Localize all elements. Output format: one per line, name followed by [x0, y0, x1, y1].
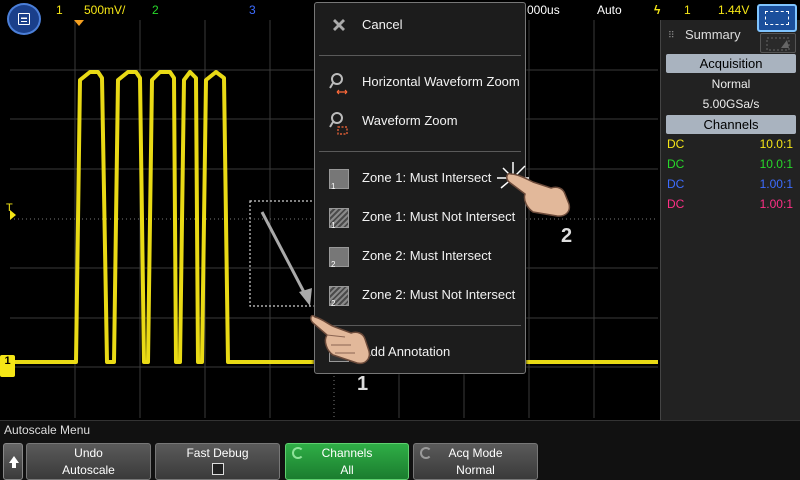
acquisition-header: Acquisition	[666, 54, 796, 73]
zone-trigger-icon	[766, 37, 790, 51]
drag-handle-icon[interactable]: ⠿	[668, 30, 675, 41]
zone-1-not-intersect-icon: 1	[329, 208, 349, 230]
zone-trigger-tool-button[interactable]	[760, 33, 796, 53]
ch1-ground-marker[interactable]: 1	[0, 355, 15, 377]
ch1-scale[interactable]: 500mV/	[84, 3, 125, 17]
menu-item-label: Zone 2: Must Intersect	[362, 248, 492, 263]
menu-item-waveform-zoom[interactable]: Waveform Zoom	[315, 105, 525, 137]
menu-item-label: Zone 1: Must Intersect	[362, 170, 492, 185]
channels-header: Channels	[666, 115, 796, 134]
menu-divider	[319, 151, 521, 152]
channels-button[interactable]: Channels All	[285, 443, 409, 480]
touch-hand-icon-1	[310, 314, 371, 365]
channel-row-4: DC 1.00:1	[667, 197, 793, 211]
horizontal-zoom-icon	[329, 73, 348, 95]
sample-rate-value: 5.00GSa/s	[702, 97, 760, 111]
menu-item-label: Cancel	[362, 17, 403, 32]
trigger-source[interactable]: 1	[684, 3, 691, 17]
softkey-menu-title: Autoscale Menu	[4, 423, 91, 437]
zoom-icon	[329, 112, 348, 135]
menu-item-label: Add Annotation	[362, 344, 451, 359]
touch-hand-icon-2	[497, 162, 571, 217]
zone-1-intersect-icon: 1	[329, 169, 349, 191]
undo-autoscale-button[interactable]: Undo Autoscale	[26, 443, 151, 480]
trigger-mode[interactable]: Auto	[597, 3, 622, 17]
sidebar-title[interactable]: Summary	[685, 27, 741, 42]
trigger-level-label: T	[6, 202, 13, 214]
ch2-number[interactable]: 2	[152, 3, 159, 17]
menu-item-zone2-intersect[interactable]: 2 Zone 2: Must Intersect	[315, 240, 525, 272]
zone-2-not-intersect-icon: 2	[329, 286, 349, 308]
trigger-level[interactable]: 1.44V	[718, 3, 749, 17]
acq-mode-value: Normal	[711, 77, 751, 91]
menu-divider	[319, 55, 521, 56]
channel-row-3: DC 1.00:1	[667, 177, 793, 191]
menu-item-zone1-not-intersect[interactable]: 1 Zone 1: Must Not Intersect	[315, 201, 525, 233]
ch3-number[interactable]: 3	[249, 3, 256, 17]
acq-mode-button[interactable]: Acq Mode Normal	[413, 443, 538, 480]
main-menu-button[interactable]	[7, 3, 41, 35]
ch1-ground-label: 1	[4, 355, 11, 367]
time-scale[interactable]: 000us	[527, 3, 560, 17]
softkey-bar: Autoscale Menu Undo Autoscale Fast Debug…	[0, 420, 800, 480]
close-icon	[333, 19, 345, 31]
select-tool-button[interactable]	[757, 4, 797, 32]
rectangle-select-icon	[765, 11, 789, 25]
menu-item-label: Horizontal Waveform Zoom	[362, 74, 520, 89]
step-2-label: 2	[561, 225, 573, 247]
menu-icon	[18, 13, 30, 25]
channel-row-1: DC 10.0:1	[667, 137, 793, 151]
back-button[interactable]	[3, 443, 23, 480]
ch1-number[interactable]: 1	[56, 3, 63, 17]
menu-item-label: Zone 1: Must Not Intersect	[362, 209, 516, 224]
menu-item-horizontal-zoom[interactable]: Horizontal Waveform Zoom	[315, 66, 525, 98]
menu-item-zone1-intersect[interactable]: 1 Zone 1: Must Intersect	[315, 162, 525, 194]
channel-row-2: DC 10.0:1	[667, 157, 793, 171]
trigger-edge-icon: ϟ	[654, 3, 661, 17]
menu-item-label: Waveform Zoom	[362, 113, 458, 128]
zone-2-intersect-icon: 2	[329, 247, 349, 269]
menu-item-cancel[interactable]: Cancel	[315, 9, 525, 41]
fast-debug-checkbox[interactable]	[211, 463, 224, 475]
fast-debug-button[interactable]: Fast Debug	[155, 443, 280, 480]
step-1-label: 1	[357, 373, 369, 395]
menu-item-label: Zone 2: Must Not Intersect	[362, 287, 516, 302]
summary-sidebar: ⠿ Summary Acquisition Normal 5.00GSa/s C…	[660, 20, 800, 420]
